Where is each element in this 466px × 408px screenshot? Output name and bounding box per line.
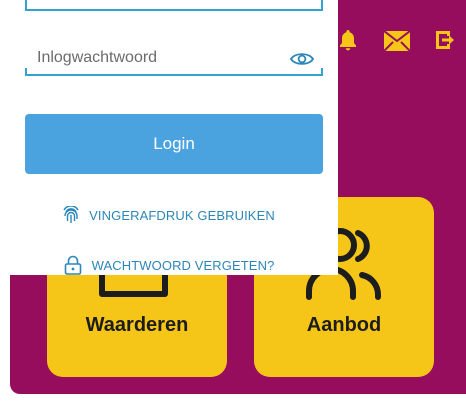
fingerprint-link[interactable]: VINGERAFDRUK GEBRUIKEN <box>0 206 338 224</box>
login-button[interactable]: Login <box>25 114 323 174</box>
logout-icon[interactable] <box>434 29 456 56</box>
forgot-password-label: WACHTWOORD VERGETEN? <box>91 257 275 273</box>
username-field[interactable] <box>25 0 323 11</box>
password-field[interactable] <box>25 40 323 76</box>
password-underline <box>25 68 323 76</box>
login-panel: Login VINGERAFDRUK GEBRUIKEN WACHTWOORD … <box>0 0 338 275</box>
password-input[interactable] <box>35 46 279 70</box>
fingerprint-icon <box>63 206 79 224</box>
bell-icon[interactable] <box>336 28 360 57</box>
tile-label: Aanbod <box>306 314 382 336</box>
tile-label: Waarderen <box>85 314 189 336</box>
lock-icon <box>64 255 82 275</box>
mail-icon[interactable] <box>383 30 411 56</box>
forgot-password-link[interactable]: WACHTWOORD VERGETEN? <box>0 255 338 275</box>
fingerprint-label: VINGERAFDRUK GEBRUIKEN <box>89 207 275 223</box>
